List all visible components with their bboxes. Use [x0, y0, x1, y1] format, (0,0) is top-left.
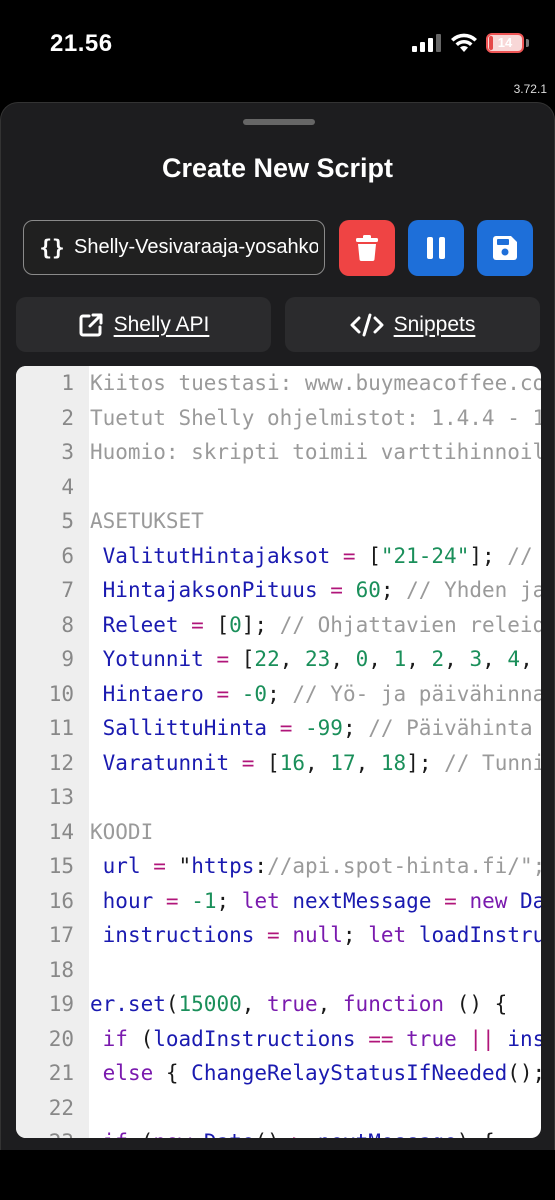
line-number: 19	[48, 992, 74, 1016]
code-line: 20 if (loadInstructions == true || instr…	[16, 1022, 541, 1057]
code-line: 12 Varatunnit = [16, 17, 18]; // Tunnit …	[16, 746, 541, 781]
code-line: 7 HintajaksonPituus = 60; // Yhden jakso…	[16, 573, 541, 608]
line-number: 9	[61, 647, 74, 671]
line-number: 1	[61, 371, 74, 395]
line-number: 7	[61, 578, 74, 602]
pause-button[interactable]	[408, 220, 464, 276]
code-text: Yotunnit = [22, 23, 0, 1, 2, 3, 4, 5, 6]…	[102, 647, 533, 671]
code-line: 1 Kiitos tuestasi: www.buymeacoffee.com/s…	[16, 366, 541, 401]
code-line: 17 instructions = null; let loadInstruct…	[16, 918, 541, 953]
line-number: 14	[48, 819, 74, 844]
line-number: 16	[48, 888, 74, 913]
code-text: SallittuHinta = -99; // Päivähinta raja	[102, 716, 533, 740]
code-line: 2 Tuetut Shelly ohjelmistot: 1.4.4 - 1.5.…	[16, 401, 541, 436]
code-line: 6 ValitutHintajaksot = ["21-24"]; // Val…	[16, 539, 541, 574]
code-text: HintajaksonPituus = 60; // Yhden jakson …	[102, 578, 541, 602]
code-line: 4	[16, 470, 541, 505]
line-number: 12	[48, 750, 74, 775]
code-text: Tuetut Shelly ohjelmistot: 1.4.4 - 1.5.0	[90, 405, 541, 430]
code-line: 13	[16, 780, 541, 815]
code-line: 3 Huomio: skripti toimii varttihinnoilla	[16, 435, 541, 470]
code-text: ASETUKSET	[90, 509, 204, 533]
sheet-grabber[interactable]	[243, 119, 315, 125]
line-number: 2	[61, 405, 74, 430]
code-line: 22	[16, 1091, 541, 1126]
code-line: 16 hour = -1; let nextMessage = new Date…	[16, 884, 541, 919]
line-number: 6	[61, 543, 74, 568]
code-line: 8 Releet = [0]; // Ohjattavien releiden …	[16, 608, 541, 643]
code-icon	[350, 313, 384, 336]
snippets-link[interactable]: Snippets	[285, 297, 540, 352]
clock: 21.56	[50, 30, 113, 57]
wifi-icon	[451, 33, 477, 52]
code-text: Huomio: skripti toimii varttihinnoilla	[90, 440, 541, 464]
code-line: 5 ASETUKSET	[16, 504, 541, 539]
app-version: 3.72.1	[513, 82, 547, 96]
line-number: 17	[48, 923, 74, 947]
battery-nub	[526, 39, 529, 47]
curly-braces-icon: {}	[39, 235, 65, 260]
external-link-icon	[79, 313, 103, 336]
line-number: 22	[48, 1095, 74, 1120]
code-text: Kiitos tuestasi: www.buymeacoffee.com/sp…	[90, 371, 541, 395]
code-text: er.set(15000, true, function () {	[90, 992, 508, 1016]
code-text: hour = -1; let nextMessage = new Date();	[102, 888, 541, 913]
code-text: else { ChangeRelayStatusIfNeeded(); }	[102, 1061, 541, 1085]
line-number: 10	[48, 681, 74, 706]
line-number: 4	[61, 474, 74, 499]
sheet-title: Create New Script	[161, 153, 394, 183]
line-number: 15	[48, 854, 74, 878]
line-number: 13	[48, 785, 74, 809]
code-line: 9 Yotunnit = [22, 23, 0, 1, 2, 3, 4, 5, …	[16, 642, 541, 677]
code-text: Hintaero = -0; // Yö- ja päivähinnan ero	[102, 681, 541, 706]
code-line: 15 url = "https://api.spot-hinta.fi/";	[16, 849, 541, 884]
home-indicator-area	[0, 1150, 555, 1200]
create-script-sheet: Create New Script {} Shelly API	[0, 102, 555, 1150]
code-text: instructions = null; let loadInstruction…	[102, 923, 541, 947]
line-number: 23	[16, 1125, 74, 1138]
shelly-api-link[interactable]: Shelly API	[16, 297, 271, 352]
code-line: 18	[16, 953, 541, 988]
line-number: 11	[48, 716, 74, 740]
code-line: 14 KOODI	[16, 815, 541, 850]
floppy-disk-icon	[493, 236, 517, 260]
battery-indicator: 14	[486, 33, 524, 53]
snippets-label: Snippets	[393, 312, 476, 336]
line-number: 21	[48, 1061, 74, 1085]
code-text: Varatunnit = [16, 17, 18]; // Tunnit var…	[102, 750, 541, 775]
code-text: Releet = [0]; // Ohjattavien releiden nu…	[102, 612, 541, 637]
script-name-input[interactable]	[74, 221, 324, 274]
code-text: ValitutHintajaksot = ["21-24"]; // Valit…	[102, 543, 533, 568]
code-line: 23 if (new Date() > nextMessage) {	[16, 1125, 541, 1138]
line-number: 20	[48, 1026, 74, 1051]
code-text: url = "https://api.spot-hinta.fi/";	[102, 854, 541, 878]
script-name-field[interactable]: {}	[23, 220, 325, 275]
code-text: KOODI	[90, 819, 154, 844]
line-number: 8	[61, 612, 74, 637]
code-line: 11 SallittuHinta = -99; // Päivähinta ra…	[16, 711, 541, 746]
code-line: 10 Hintaero = -0; // Yö- ja päivähinnan …	[16, 677, 541, 712]
line-number: 3	[61, 440, 74, 464]
code-line: 19 er.set(15000, true, function () {	[16, 987, 541, 1022]
code-editor[interactable]: 1 Kiitos tuestasi: www.buymeacoffee.com/s…	[16, 366, 541, 1138]
pause-icon	[427, 237, 445, 259]
line-number: 18	[48, 957, 74, 982]
code-text: if (loadInstructions == true || instruct…	[102, 1026, 541, 1051]
battery-percent: 14	[497, 35, 513, 50]
code-lines: 1 Kiitos tuestasi: www.buymeacoffee.com/s…	[16, 366, 541, 1138]
shelly-api-label: Shelly API	[113, 312, 210, 336]
delete-button[interactable]	[339, 220, 395, 276]
code-text: if (new Date() > nextMessage) {	[90, 1125, 541, 1138]
status-bar: 21.56 14	[0, 0, 555, 90]
trash-icon	[356, 235, 378, 261]
save-button[interactable]	[477, 220, 533, 276]
cellular-signal-icon	[412, 34, 441, 52]
line-number: 5	[61, 509, 74, 533]
code-line: 21 else { ChangeRelayStatusIfNeeded(); }	[16, 1056, 541, 1091]
